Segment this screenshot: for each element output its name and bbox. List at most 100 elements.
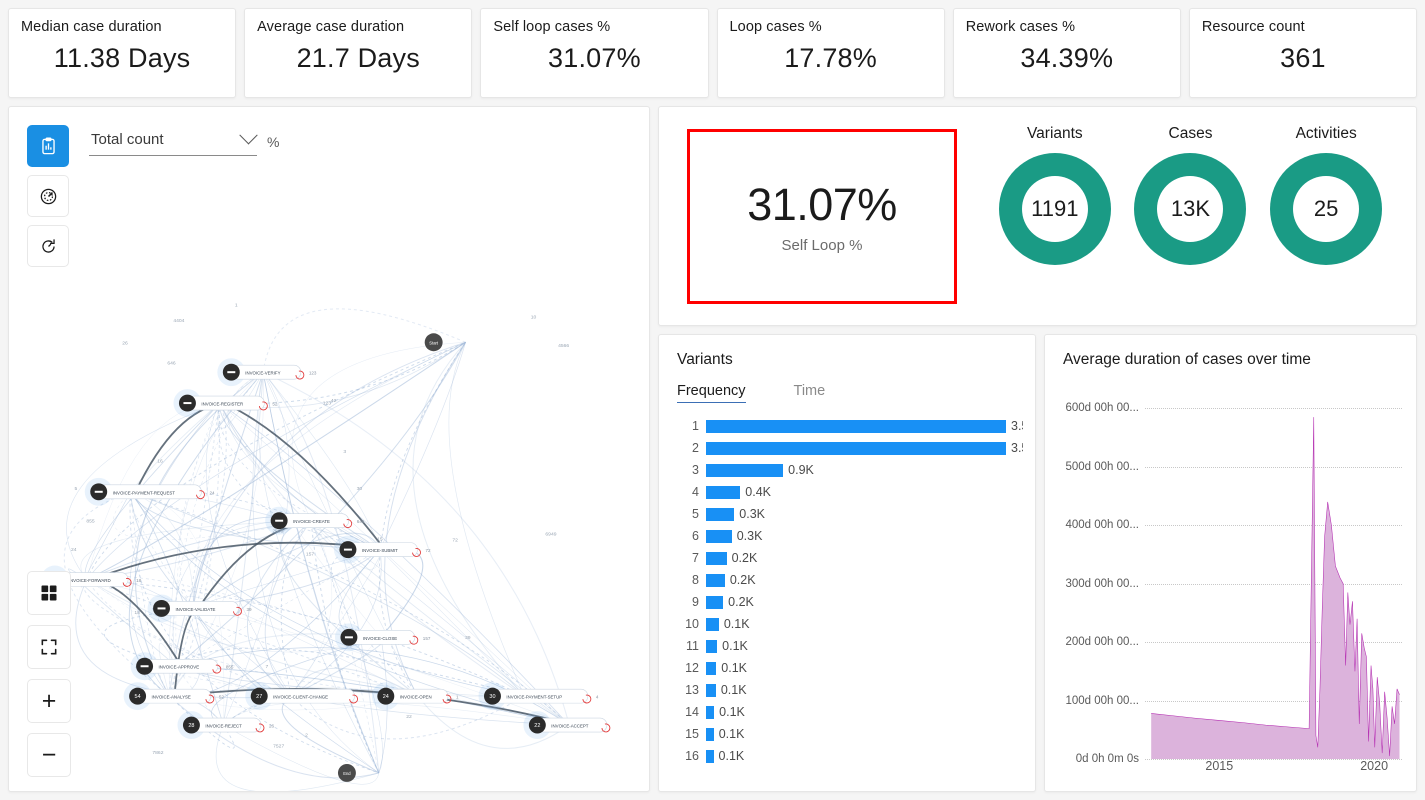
variant-value: 0.2K [728,595,754,609]
variant-bar[interactable] [706,727,714,741]
kpi-value: 361 [1280,43,1326,73]
variant-value: 3.5K [1011,419,1023,433]
bottom-row: Variants Frequency Time 1 3.5K 2 3.5K 3 0.9K 4… [658,334,1417,792]
tab-frequency[interactable]: Frequency [677,383,746,403]
variant-row[interactable]: 2 3.5K [677,437,1023,459]
variant-bar[interactable] [706,551,727,565]
variant-row[interactable]: 10 0.1K [677,613,1023,635]
variant-row[interactable]: 8 0.2K [677,569,1023,591]
svg-text:18: 18 [136,578,142,583]
rework-rotate-icon[interactable] [27,225,69,267]
x-axis-tick: 2015 [1205,759,1234,773]
svg-text:INVOICE-CREATE: INVOICE-CREATE [293,519,330,524]
map-node[interactable]: INVOICE-REGISTER 52 [173,389,278,418]
variant-row[interactable]: 3 0.9K [677,459,1023,481]
map-node[interactable]: Start [424,333,443,352]
variants-list: 1 3.5K 2 3.5K 3 0.9K 4 0.4K 5 0.3K 6 0.3K 7 0.2K 8 0.2K… [677,415,1023,783]
variant-bar[interactable] [706,529,732,543]
variant-value: 0.2K [729,573,756,587]
kpi-value: 31.07% [548,43,641,73]
variant-bar[interactable] [706,683,716,697]
map-node[interactable]: INVOICE-OPEN 24 1 [371,682,459,711]
map-node[interactable]: INVOICE-REJECT 28 26 [177,711,275,740]
variant-value: 0.1K [718,727,745,741]
variant-row[interactable]: 12 0.1K [677,657,1023,679]
variant-rank: 9 [692,595,699,609]
kpi-title: Resource count [1201,19,1305,35]
variant-row[interactable]: 15 0.1K [677,723,1023,745]
map-node[interactable]: INVOICE-ANALYSE 54 52 [123,682,225,711]
donut-value: 1191 [1031,196,1079,221]
variant-bar[interactable] [706,617,719,631]
variant-bar[interactable] [706,507,735,521]
variant-row[interactable]: 5 0.3K [677,503,1023,525]
variant-row[interactable]: 9 0.2K [677,591,1023,613]
variant-rank: 7 [692,551,699,565]
variant-row[interactable]: 11 0.1K [677,635,1023,657]
variant-bar[interactable] [706,595,724,609]
kpi-card-median-case-duration: Median case duration 11.38 Days [8,8,237,98]
variant-bar[interactable] [706,661,717,675]
svg-text:6949: 6949 [545,532,556,538]
variant-rank: 2 [692,441,699,455]
svg-text:27: 27 [256,694,262,700]
variant-bar[interactable] [706,639,718,653]
metric-select[interactable]: Total count [89,126,258,156]
zoom-out-icon[interactable]: − [27,733,71,777]
variant-bar[interactable] [706,749,714,763]
variant-row[interactable]: 16 0.1K [677,745,1023,767]
svg-text:16: 16 [157,459,163,465]
variant-rank: 6 [692,529,699,543]
y-axis-tick: 500d 00h 00... [1065,460,1139,473]
svg-text:INVOICE-VALIDATE: INVOICE-VALIDATE [175,607,215,612]
svg-text:7862: 7862 [152,750,163,756]
variant-bar[interactable] [706,419,1006,433]
chevron-down-icon [239,126,258,145]
variant-rank: 10 [685,617,699,631]
variant-bar[interactable] [706,463,784,477]
map-node[interactable]: End [337,763,356,782]
variant-row[interactable]: 13 0.1K [677,679,1023,701]
svg-text:4: 4 [596,695,599,700]
variant-row[interactable]: 1 3.5K [677,415,1023,437]
variant-bar[interactable] [706,573,725,587]
time-chart-x-axis: 2015 2020 [1145,759,1402,781]
tab-time[interactable]: Time [794,383,826,403]
fit-to-screen-icon[interactable] [27,625,71,669]
time-chart-area [1145,385,1402,759]
variant-rank: 3 [692,463,699,477]
variant-row[interactable]: 4 0.4K [677,481,1023,503]
map-node[interactable]: INVOICE-VERIFY 123 [217,358,317,387]
variant-rank: 16 [685,749,699,763]
svg-text:855: 855 [86,519,95,525]
svg-text:15: 15 [377,537,383,543]
percent-label: % [267,133,280,150]
variant-row[interactable]: 7 0.2K [677,547,1023,569]
time-chart-panel: Average duration of cases over time 0d 0… [1044,334,1417,792]
dashboard-page: Median case duration 11.38 Days Average … [0,0,1425,800]
time-chart-title: Average duration of cases over time [1063,351,1311,368]
donut-group: Variants 1191 Cases 13K Activities 25 [957,107,1394,325]
variant-bar[interactable] [706,705,715,719]
variant-row[interactable]: 14 0.1K [677,701,1023,723]
donut-cases[interactable]: Cases 13K [1134,107,1247,265]
svg-text:72: 72 [452,538,458,544]
process-map-canvas[interactable]: 4404752771235264678636949855421572622456… [9,107,649,791]
self-loop-highlight-box[interactable]: 31.07% Self Loop % [687,128,957,304]
time-chart-plot[interactable] [1145,385,1402,760]
kpi-title: Self loop cases % [493,19,611,35]
svg-text:INVOICE-PAYMENT-SETUP: INVOICE-PAYMENT-SETUP [506,695,562,700]
donut-value: 13K [1170,196,1211,221]
variant-bar[interactable] [706,485,741,499]
svg-text:INVOICE-CLIENT-CHANGE: INVOICE-CLIENT-CHANGE [273,695,328,700]
variant-row[interactable]: 6 0.3K [677,525,1023,547]
layout-grid-icon[interactable] [27,571,71,615]
process-map-panel[interactable]: 4404752771235264678636949855421572622456… [8,106,650,792]
donut-variants[interactable]: Variants 1191 [998,107,1111,265]
variant-value: 0.3K [739,507,765,521]
donut-activities[interactable]: Activities 25 [1270,107,1383,265]
performance-gauge-icon[interactable] [27,175,69,217]
variant-bar[interactable] [706,441,1006,455]
zoom-in-icon[interactable]: + [27,679,71,723]
variant-value: 0.1K [718,749,745,763]
